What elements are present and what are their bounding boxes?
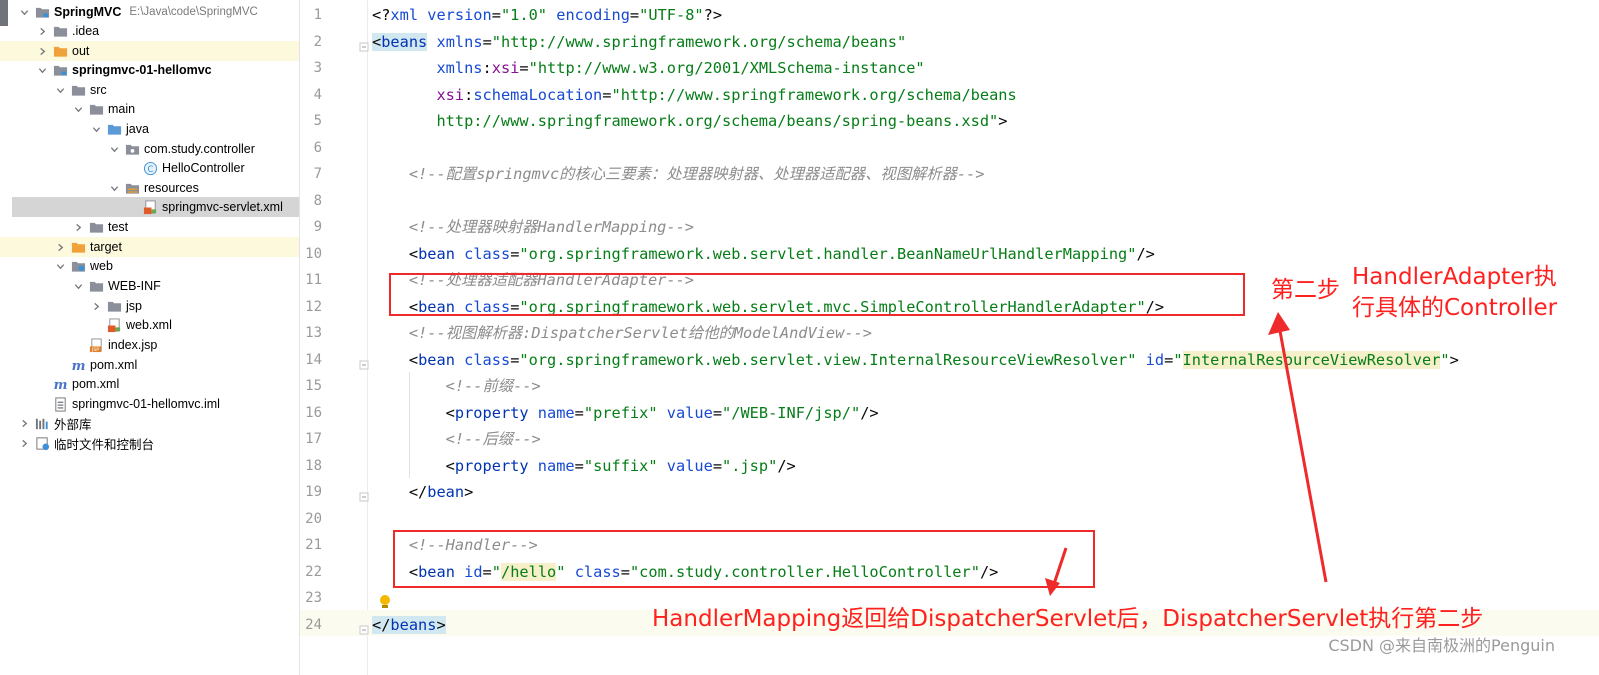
arrow-to-adapter [1268, 312, 1328, 583]
annotation-arrows [380, 312, 1328, 608]
watermark: CSDN @来自南极洲的Penguin [1328, 636, 1555, 655]
arrow-to-handler [1045, 547, 1068, 596]
lightbulb-icon[interactable] [380, 595, 390, 608]
